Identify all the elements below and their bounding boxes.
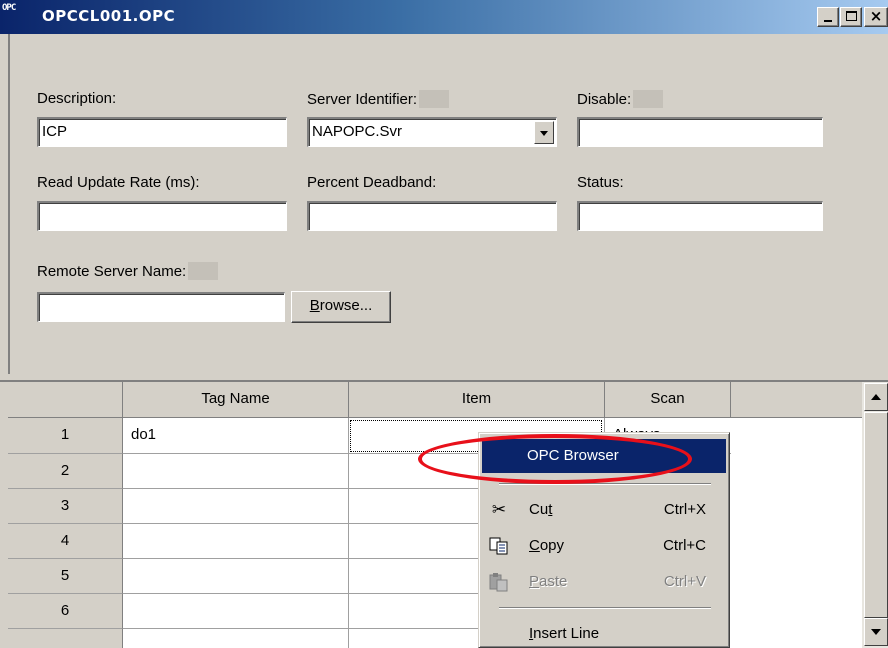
scroll-up-button[interactable] xyxy=(864,383,888,411)
description-label: Description: xyxy=(37,90,117,107)
menu-item-cut[interactable]: ✂ Cut Ctrl+X xyxy=(482,493,726,527)
row-header[interactable]: 1 xyxy=(8,418,123,454)
scroll-down-button[interactable] xyxy=(864,618,888,646)
title-bar: OPC OPCCL001.OPC × xyxy=(0,0,888,34)
arrow-down-icon xyxy=(871,629,881,635)
maximize-icon xyxy=(846,11,857,21)
close-icon: × xyxy=(869,7,883,25)
close-button[interactable]: × xyxy=(864,7,888,27)
column-header-scan[interactable]: Scan xyxy=(605,382,731,418)
tag-name-cell[interactable] xyxy=(123,489,349,524)
tag-name-cell[interactable] xyxy=(123,629,349,648)
paste-icon xyxy=(488,572,510,592)
row-header[interactable]: 5 xyxy=(8,559,123,594)
menu-item-label: Insert Line xyxy=(529,625,600,642)
description-field[interactable]: ICP xyxy=(37,117,287,147)
properties-panel: Description: ICP Server Identifier: NAPO… xyxy=(8,34,888,374)
disable-label: Disable: xyxy=(577,90,664,108)
menu-item-label: Copy xyxy=(529,537,565,554)
tag-name-cell[interactable] xyxy=(123,559,349,594)
menu-item-copy[interactable]: Copy Ctrl+C xyxy=(482,529,726,563)
menu-item-insert-line[interactable]: Insert Line xyxy=(482,617,726,648)
arrow-up-icon xyxy=(871,394,881,400)
column-header-tag-name[interactable]: Tag Name xyxy=(123,382,349,418)
row-header[interactable]: 2 xyxy=(8,454,123,489)
chevron-down-icon xyxy=(540,131,548,136)
maximize-button[interactable] xyxy=(840,7,862,27)
copy-icon xyxy=(488,536,510,556)
dropdown-button[interactable] xyxy=(534,121,554,144)
row-header[interactable]: 6 xyxy=(8,594,123,629)
splitter[interactable] xyxy=(0,374,888,382)
server-identifier-combo[interactable]: NAPOPC.Svr xyxy=(307,117,557,147)
read-update-rate-label: Read Update Rate (ms): xyxy=(37,174,200,191)
window-title: OPCCL001.OPC xyxy=(42,7,176,25)
menu-shortcut: Ctrl+X xyxy=(663,501,706,518)
browse-button[interactable]: Browse... xyxy=(291,291,391,323)
status-field[interactable] xyxy=(577,201,823,231)
server-identifier-value: NAPOPC.Svr xyxy=(312,123,403,140)
column-header-empty xyxy=(731,382,862,418)
menu-shortcut: Ctrl+V xyxy=(663,573,706,590)
grid-corner[interactable] xyxy=(8,382,123,418)
menu-shortcut: Ctrl+C xyxy=(663,537,706,554)
tag-grid[interactable]: Tag Name Item Scan 1 do1 Always 2 3 4 5 … xyxy=(8,382,862,648)
remote-server-name-field[interactable] xyxy=(37,292,285,322)
row-header[interactable]: 3 xyxy=(8,489,123,524)
column-header-item[interactable]: Item xyxy=(349,382,605,418)
menu-separator xyxy=(499,607,711,609)
row-header[interactable] xyxy=(8,629,123,648)
server-identifier-label: Server Identifier: xyxy=(307,90,450,108)
percent-deadband-field[interactable] xyxy=(307,201,557,231)
row-header[interactable]: 4 xyxy=(8,524,123,559)
scroll-thumb[interactable] xyxy=(864,412,888,618)
percent-deadband-label: Percent Deadband: xyxy=(307,174,437,191)
tag-name-cell[interactable]: do1 xyxy=(123,418,349,454)
remote-server-name-label: Remote Server Name: xyxy=(37,262,219,280)
tag-name-cell[interactable] xyxy=(123,524,349,559)
disable-field[interactable] xyxy=(577,117,823,147)
menu-item-label: Paste xyxy=(529,573,568,590)
browse-mnemonic: B xyxy=(309,297,320,314)
annotation-highlight-ellipse xyxy=(418,434,692,484)
scissors-icon: ✂ xyxy=(491,500,507,519)
tag-name-cell[interactable] xyxy=(123,454,349,489)
menu-item-label: Cut xyxy=(529,501,553,518)
tag-name-cell[interactable] xyxy=(123,594,349,629)
browse-label: rowse... xyxy=(319,297,373,314)
status-label: Status: xyxy=(577,174,624,191)
menu-item-paste: Paste Ctrl+V xyxy=(482,565,726,599)
minimize-icon xyxy=(824,20,832,22)
read-update-rate-field[interactable] xyxy=(37,201,287,231)
app-icon: OPC xyxy=(2,3,16,13)
minimize-button[interactable] xyxy=(817,7,839,27)
